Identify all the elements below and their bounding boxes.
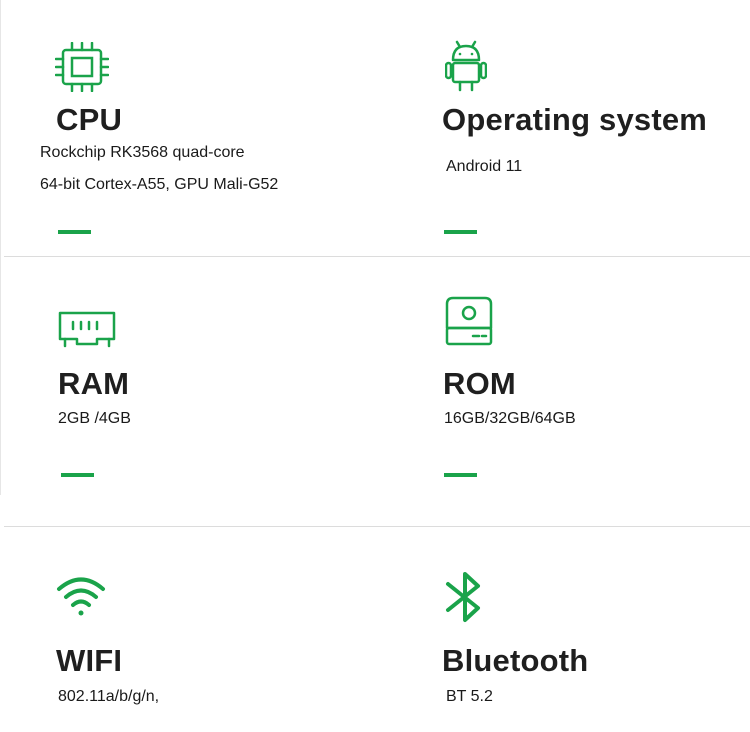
android-icon <box>445 40 487 92</box>
row-divider-1 <box>4 256 750 257</box>
accent-dash <box>58 230 91 234</box>
hard-drive-icon <box>445 296 493 348</box>
spec-title-bluetooth: Bluetooth <box>442 643 589 678</box>
bluetooth-icon <box>442 570 488 624</box>
wifi-icon <box>56 574 106 618</box>
spec-desc-bluetooth-line1: BT 5.2 <box>446 688 493 705</box>
spec-desc-ram-line1: 2GB /4GB <box>58 410 131 427</box>
spec-desc-cpu-line2: 64-bit Cortex-A55, GPU Mali-G52 <box>40 176 279 193</box>
accent-dash <box>444 230 477 234</box>
accent-dash <box>444 473 477 477</box>
spec-sheet: CPU Rockchip RK3568 quad-core 64-bit Cor… <box>0 0 750 732</box>
spec-desc-wifi-line1: 802.11a/b/g/n, <box>58 688 160 705</box>
spec-desc-os-line1: Android 11 <box>446 158 523 175</box>
spec-desc-rom-line1: 16GB/32GB/64GB <box>444 410 576 427</box>
left-edge-line <box>0 0 1 495</box>
spec-title-os: Operating system <box>442 102 708 137</box>
spec-title-cpu: CPU <box>56 102 123 137</box>
spec-title-rom: ROM <box>443 366 516 401</box>
cpu-chip-icon <box>55 42 109 92</box>
row-divider-2 <box>4 526 750 527</box>
spec-title-wifi: WIFI <box>56 643 123 678</box>
ram-module-icon <box>57 310 117 350</box>
spec-desc-cpu-line1: Rockchip RK3568 quad-core <box>40 144 245 161</box>
spec-title-ram: RAM <box>58 366 130 401</box>
accent-dash <box>61 473 94 477</box>
